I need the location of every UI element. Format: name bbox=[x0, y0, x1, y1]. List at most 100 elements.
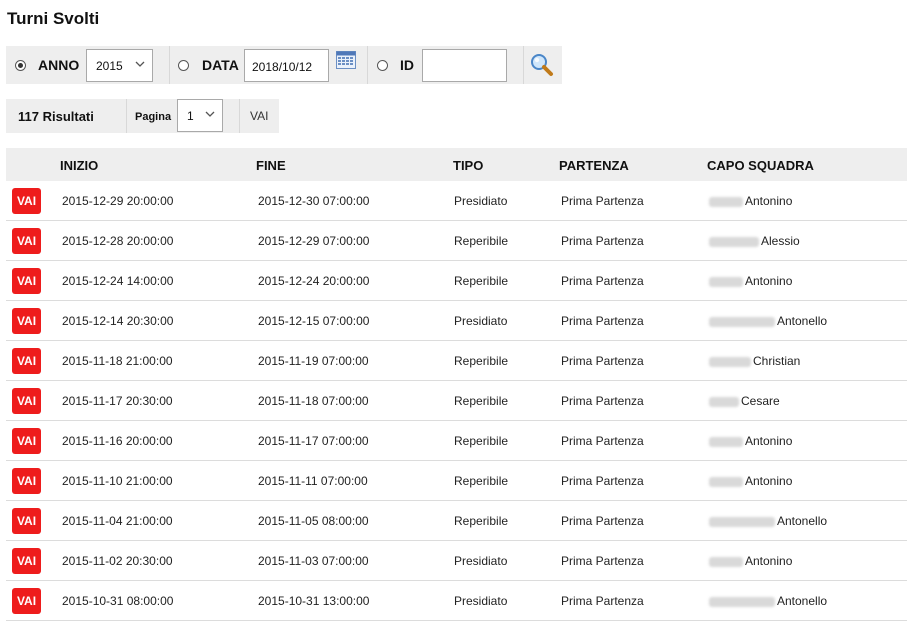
table-row: VAI 2015-11-16 20:00:00 2015-11-17 07:00:0… bbox=[6, 421, 907, 461]
redacted-surname bbox=[709, 476, 743, 487]
redacted-surname bbox=[709, 596, 775, 607]
cell-inizio: 2015-12-28 20:00:00 bbox=[62, 234, 174, 248]
row-vai-button[interactable]: VAI bbox=[12, 268, 41, 294]
cell-fine: 2015-11-05 08:00:00 bbox=[258, 514, 369, 528]
cell-tipo: Reperibile bbox=[454, 354, 509, 368]
cell-partenza: Prima Partenza bbox=[561, 194, 644, 208]
column-header-partenza[interactable]: PARTENZA bbox=[559, 158, 629, 173]
table-row: VAI 2015-10-31 08:00:00 2015-10-31 13:00:0… bbox=[6, 581, 907, 621]
cell-partenza: Prima Partenza bbox=[561, 434, 644, 448]
cell-capo-squadra: Antonino bbox=[709, 194, 792, 208]
table-row: VAI 2015-11-04 21:00:00 2015-11-05 08:00:0… bbox=[6, 501, 907, 541]
redacted-surname bbox=[709, 356, 751, 367]
page-select-value: 1 bbox=[187, 109, 194, 123]
results-count: 117 Risultati bbox=[18, 109, 94, 124]
cell-partenza: Prima Partenza bbox=[561, 234, 644, 248]
cell-capo-squadra: Antonino bbox=[709, 554, 792, 568]
cell-fine: 2015-11-19 07:00:00 bbox=[258, 354, 369, 368]
anno-label: ANNO bbox=[38, 57, 80, 73]
capo-first-name: Antonino bbox=[745, 434, 793, 448]
page-select[interactable]: 1 bbox=[177, 99, 223, 132]
cell-inizio: 2015-11-04 21:00:00 bbox=[62, 514, 173, 528]
cell-inizio: 2015-11-18 21:00:00 bbox=[62, 354, 173, 368]
cell-tipo: Presidiato bbox=[454, 194, 508, 208]
cell-capo-squadra: Alessio bbox=[709, 234, 800, 248]
row-vai-button[interactable]: VAI bbox=[12, 428, 41, 454]
cell-inizio: 2015-12-24 14:00:00 bbox=[62, 274, 174, 288]
data-date-input[interactable]: 2018/10/12 bbox=[244, 49, 329, 82]
anno-select[interactable]: 2015 bbox=[86, 49, 153, 82]
cell-capo-squadra: Antonino bbox=[709, 474, 792, 488]
row-vai-button[interactable]: VAI bbox=[12, 508, 41, 534]
redacted-surname bbox=[709, 276, 743, 287]
column-header-fine[interactable]: FINE bbox=[256, 158, 286, 173]
cell-tipo: Reperibile bbox=[454, 434, 509, 448]
table-row: VAI 2015-11-18 21:00:00 2015-11-19 07:00:0… bbox=[6, 341, 907, 381]
table-row: VAI 2015-11-10 21:00:00 2015-11-11 07:00:0… bbox=[6, 461, 907, 501]
cell-fine: 2015-12-30 07:00:00 bbox=[258, 194, 370, 208]
data-radio[interactable] bbox=[178, 60, 189, 71]
cell-fine: 2015-11-18 07:00:00 bbox=[258, 394, 369, 408]
filter-id: ID bbox=[368, 46, 523, 84]
capo-first-name: Antonino bbox=[745, 194, 793, 208]
column-header-capo-squadra[interactable]: CAPO SQUADRA bbox=[707, 158, 814, 173]
cell-inizio: 2015-11-16 20:00:00 bbox=[62, 434, 173, 448]
page-label: Pagina bbox=[135, 111, 172, 123]
table-header: INIZIO FINE TIPO PARTENZA CAPO SQUADRA bbox=[6, 148, 907, 181]
cell-fine: 2015-12-15 07:00:00 bbox=[258, 314, 370, 328]
table-row: VAI 2015-12-14 20:30:00 2015-12-15 07:00:0… bbox=[6, 301, 907, 341]
row-vai-button[interactable]: VAI bbox=[12, 188, 41, 214]
table-row: VAI 2015-12-24 14:00:00 2015-12-24 20:00:0… bbox=[6, 261, 907, 301]
data-date-value: 2018/10/12 bbox=[252, 60, 313, 74]
row-vai-button[interactable]: VAI bbox=[12, 548, 41, 574]
column-header-tipo[interactable]: TIPO bbox=[453, 158, 483, 173]
cell-partenza: Prima Partenza bbox=[561, 594, 644, 608]
anno-select-value: 2015 bbox=[96, 59, 123, 73]
cell-partenza: Prima Partenza bbox=[561, 274, 644, 288]
cell-capo-squadra: Antonino bbox=[709, 274, 792, 288]
cell-fine: 2015-11-11 07:00:00 bbox=[258, 474, 368, 488]
redacted-surname bbox=[709, 436, 743, 447]
cell-capo-squadra: Antonino bbox=[709, 434, 792, 448]
row-vai-button[interactable]: VAI bbox=[12, 468, 41, 494]
cell-fine: 2015-12-29 07:00:00 bbox=[258, 234, 370, 248]
cell-capo-squadra: Antonello bbox=[709, 314, 827, 328]
cell-capo-squadra: Cesare bbox=[709, 394, 780, 408]
cell-fine: 2015-11-03 07:00:00 bbox=[258, 554, 369, 568]
cell-capo-squadra: Antonello bbox=[709, 514, 827, 528]
capo-first-name: Antonello bbox=[777, 594, 828, 608]
row-vai-button[interactable]: VAI bbox=[12, 348, 41, 374]
row-vai-button[interactable]: VAI bbox=[12, 308, 41, 334]
anno-radio[interactable] bbox=[15, 60, 26, 71]
magnifier-search-icon[interactable] bbox=[529, 52, 555, 78]
table-row: VAI 2015-12-28 20:00:00 2015-12-29 07:00:0… bbox=[6, 221, 907, 261]
capo-first-name: Antonino bbox=[745, 274, 793, 288]
capo-first-name: Alessio bbox=[761, 234, 800, 248]
id-input[interactable] bbox=[422, 49, 507, 82]
cell-inizio: 2015-11-02 20:30:00 bbox=[62, 554, 173, 568]
calendar-icon[interactable] bbox=[336, 51, 356, 69]
capo-first-name: Antonino bbox=[745, 474, 793, 488]
cell-inizio: 2015-12-14 20:30:00 bbox=[62, 314, 174, 328]
id-label: ID bbox=[400, 57, 414, 73]
table-row: VAI 2015-12-29 20:00:00 2015-12-30 07:00:0… bbox=[6, 181, 907, 221]
row-vai-button[interactable]: VAI bbox=[12, 228, 41, 254]
cell-inizio: 2015-12-29 20:00:00 bbox=[62, 194, 174, 208]
capo-first-name: Cesare bbox=[741, 394, 780, 408]
capo-first-name: Antonello bbox=[777, 514, 828, 528]
cell-inizio: 2015-11-17 20:30:00 bbox=[62, 394, 173, 408]
row-vai-button[interactable]: VAI bbox=[12, 588, 41, 614]
capo-first-name: Antonino bbox=[745, 554, 793, 568]
page-title: Turni Svolti bbox=[7, 9, 100, 28]
go-page-button[interactable]: VAI bbox=[250, 109, 268, 123]
column-header-inizio[interactable]: INIZIO bbox=[60, 158, 98, 173]
row-vai-button[interactable]: VAI bbox=[12, 388, 41, 414]
filter-anno: ANNO 2015 bbox=[6, 46, 169, 84]
filter-bar: ANNO 2015 DATA 2018/10/12 ID bbox=[6, 46, 562, 84]
cell-tipo: Presidiato bbox=[454, 314, 508, 328]
cell-partenza: Prima Partenza bbox=[561, 474, 644, 488]
id-radio[interactable] bbox=[377, 60, 388, 71]
table-row: VAI 2015-11-02 20:30:00 2015-11-03 07:00:0… bbox=[6, 541, 907, 581]
capo-first-name: Christian bbox=[753, 354, 801, 368]
cell-tipo: Presidiato bbox=[454, 554, 508, 568]
